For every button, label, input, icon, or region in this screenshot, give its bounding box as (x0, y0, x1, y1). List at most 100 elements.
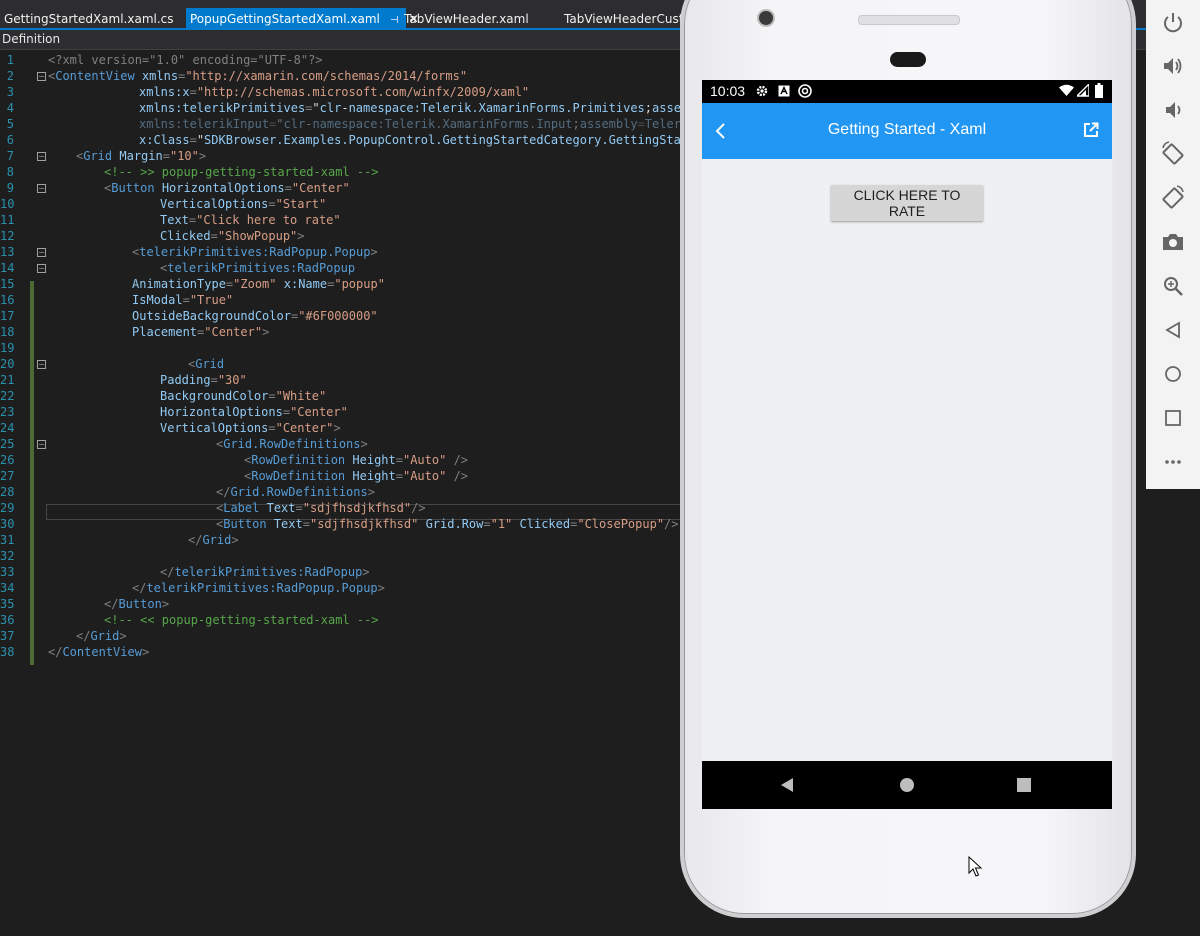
code-line[interactable]: <Grid.RowDefinitions> (216, 436, 368, 452)
line-number: 33 (0, 565, 15, 579)
line-number: 10 (0, 197, 15, 211)
code-line[interactable]: </telerikPrimitives:RadPopup.Popup> (132, 580, 385, 596)
code-line[interactable]: </Grid> (76, 628, 127, 644)
code-line[interactable]: Padding="30" (160, 372, 247, 388)
code-line[interactable]: <Grid Margin="10"> (76, 148, 206, 164)
line-number: 17 (0, 309, 15, 323)
nav-back-icon[interactable] (779, 777, 795, 793)
code-line[interactable]: <ContentView xmlns="http://xamarin.com/s… (48, 68, 467, 84)
code-line[interactable]: <Button Text="sdjfhsdjkfhsd" Grid.Row="1… (216, 516, 679, 532)
code-line[interactable]: Clicked="ShowPopup"> (160, 228, 305, 244)
code-line[interactable]: <!-- >> popup-getting-started-xaml --> (104, 164, 379, 180)
android-navigation-bar (702, 761, 1112, 809)
keyboard-notification-icon (778, 85, 790, 97)
code-line[interactable]: VerticalOptions="Center"> (160, 420, 341, 436)
code-line[interactable]: AnimationType="Zoom" x:Name="popup" (132, 276, 385, 292)
power-icon[interactable] (1158, 7, 1188, 37)
tab-tabviewheader[interactable]: TabViewHeader.xaml (400, 8, 533, 30)
code-line[interactable]: Text="Click here to rate" (160, 212, 341, 228)
line-number: 28 (0, 485, 15, 499)
line-number: 20 (0, 357, 15, 371)
line-number: 6 (6, 133, 14, 147)
code-line[interactable]: <?xml version="1.0" encoding="UTF-8"?> (48, 52, 323, 68)
code-line[interactable]: VerticalOptions="Start" (160, 196, 326, 212)
collapse-region-icon[interactable]: − (37, 184, 46, 193)
line-number: 8 (6, 165, 14, 179)
code-line[interactable]: Placement="Center"> (132, 324, 269, 340)
more-icon[interactable] (1158, 447, 1188, 477)
line-number: 27 (0, 469, 15, 483)
line-number: 7 (6, 149, 14, 163)
line-number: 38 (0, 645, 15, 659)
open-external-icon[interactable] (1083, 122, 1099, 138)
line-number: 23 (0, 405, 15, 419)
line-number: 14 (0, 261, 15, 275)
line-number: 5 (6, 117, 14, 131)
line-number: 30 (0, 517, 15, 531)
android-status-bar: 10:03 (702, 80, 1112, 103)
home-icon[interactable] (1158, 359, 1188, 389)
camera-icon[interactable] (1158, 227, 1188, 257)
earpiece-speaker (858, 15, 960, 25)
code-line[interactable]: <!-- << popup-getting-started-xaml --> (104, 612, 379, 628)
tab-gettingstartedxaml-cs[interactable]: GettingStartedXaml.xaml.cs (0, 8, 178, 30)
front-camera (757, 9, 775, 27)
code-line[interactable]: <Grid (188, 356, 224, 372)
tab-label: GettingStartedXaml.xaml.cs (4, 12, 174, 26)
volume-up-icon[interactable] (1158, 51, 1188, 81)
settings-icon (756, 85, 768, 97)
click-here-to-rate-button[interactable]: CLICK HERE TO RATE (831, 185, 983, 221)
nav-recents-icon[interactable] (1017, 778, 1031, 792)
code-line[interactable]: xmlns:telerikPrimitives="clr-namespace:T… (139, 100, 680, 116)
code-line[interactable]: </Button> (104, 596, 169, 612)
line-number: 2 (6, 69, 14, 83)
code-line[interactable]: <RowDefinition Height="Auto" /> (244, 468, 468, 484)
code-line[interactable]: <telerikPrimitives:RadPopup (160, 260, 355, 276)
status-time: 10:03 (710, 83, 746, 99)
code-line[interactable]: <Label Text="sdjfhsdjkfhsd"/> (216, 500, 426, 516)
device-screen[interactable]: 10:03 Getting Started - Xaml CLICK HERE … (702, 80, 1112, 809)
code-line[interactable]: <telerikPrimitives:RadPopup.Popup> (132, 244, 378, 260)
pin-icon[interactable]: ⊣ (390, 15, 399, 26)
collapse-region-icon[interactable]: − (37, 152, 46, 161)
code-line[interactable]: xmlns:x="http://schemas.microsoft.com/wi… (139, 84, 529, 100)
line-number: 29 (0, 501, 15, 515)
collapse-region-icon[interactable]: − (37, 248, 46, 257)
collapse-region-icon[interactable]: − (37, 360, 46, 369)
code-line[interactable]: </Grid> (188, 532, 239, 548)
code-line[interactable]: <Button HorizontalOptions="Center" (104, 180, 350, 196)
collapse-region-icon[interactable]: − (37, 264, 46, 273)
code-line[interactable]: HorizontalOptions="Center" (160, 404, 348, 420)
line-number: 13 (0, 245, 15, 259)
tab-popupgettingstartedxaml[interactable]: PopupGettingStartedXaml.xaml ⊣ ✕ (186, 8, 419, 30)
collapse-region-icon[interactable]: − (37, 72, 46, 81)
line-number: 26 (0, 453, 15, 467)
navigation-bar-label: Definition (2, 32, 61, 46)
proximity-sensor (890, 52, 926, 67)
change-indicator (30, 281, 34, 665)
code-line[interactable]: </ContentView> (48, 644, 149, 660)
back-icon[interactable] (1158, 315, 1188, 345)
code-line[interactable]: </telerikPrimitives:RadPopup> (160, 564, 370, 580)
line-number: 37 (0, 629, 15, 643)
code-line[interactable]: OutsideBackgroundColor="#6F000000" (132, 308, 378, 324)
code-line[interactable]: xmlns:telerikInput="clr-namespace:Teleri… (139, 116, 680, 132)
collapse-region-icon[interactable]: − (37, 440, 46, 449)
volume-down-icon[interactable] (1158, 95, 1188, 125)
nav-home-icon[interactable] (899, 777, 915, 793)
wifi-icon (1059, 84, 1074, 96)
overview-icon[interactable] (1158, 403, 1188, 433)
code-line[interactable]: BackgroundColor="White" (160, 388, 326, 404)
line-number: 4 (6, 101, 14, 115)
rotate-left-icon[interactable] (1158, 139, 1188, 169)
code-line[interactable]: </Grid.RowDefinitions> (216, 484, 375, 500)
code-line[interactable]: <RowDefinition Height="Auto" /> (244, 452, 468, 468)
code-editor[interactable]: 1 2 3 4 5 6 7 8 9 10 11 12 13 14 15 16 17 18 19 20 21 22 23 24 2… (0, 52, 680, 936)
rotate-right-icon[interactable] (1158, 183, 1188, 213)
zoom-icon[interactable] (1158, 271, 1188, 301)
sync-icon (798, 84, 812, 98)
code-line[interactable]: IsModal="True" (132, 292, 233, 308)
line-number: 32 (0, 549, 15, 563)
line-number: 21 (0, 373, 15, 387)
code-line[interactable]: x:Class="SDKBrowser.Examples.PopupContro… (139, 132, 680, 148)
